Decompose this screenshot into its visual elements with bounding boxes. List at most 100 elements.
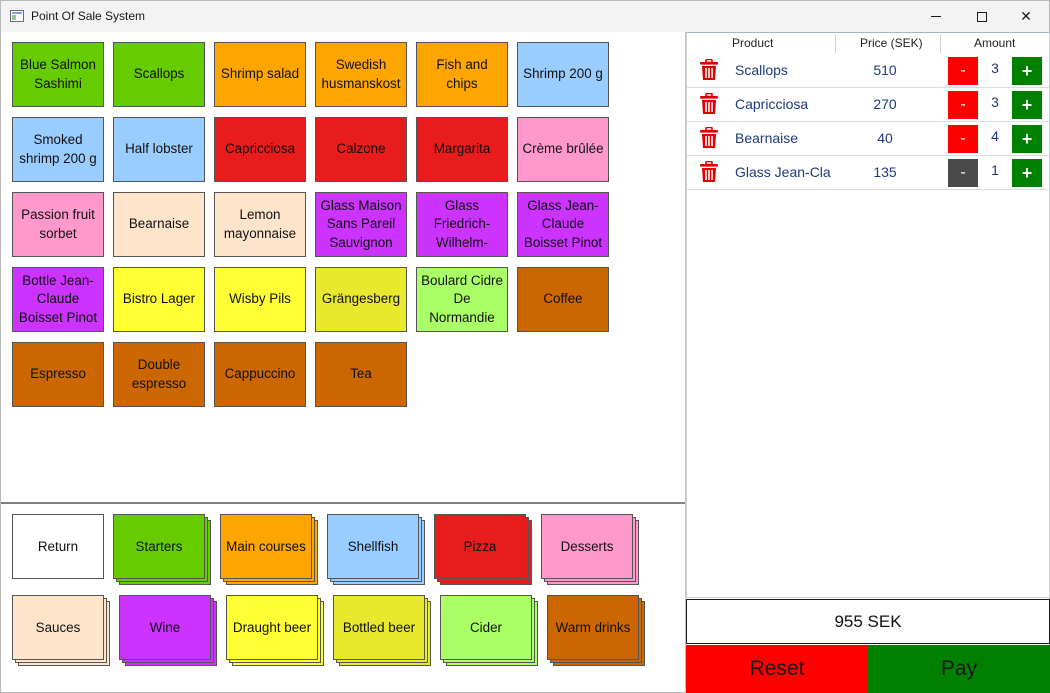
category-button[interactable]: Pizza	[434, 514, 532, 585]
product-button[interactable]: Shrimp salad	[214, 42, 306, 107]
decrease-button[interactable]: -	[948, 57, 978, 85]
category-button[interactable]: Shellfish	[327, 514, 425, 585]
product-button[interactable]: Glass Maison Sans Pareil Sauvignon	[315, 192, 407, 257]
category-label: Desserts	[541, 514, 633, 579]
product-button[interactable]: Double espresso	[113, 342, 205, 407]
product-button[interactable]: Half lobster	[113, 117, 205, 182]
product-button[interactable]: Tea	[315, 342, 407, 407]
order-item-name: Glass Jean-Cla	[735, 164, 831, 180]
title-bar: Point Of Sale System ✕	[1, 1, 1049, 32]
product-button[interactable]: Passion fruit sorbet	[12, 192, 104, 257]
order-item-price: 270	[873, 96, 897, 112]
maximize-button[interactable]	[959, 1, 1005, 32]
product-button[interactable]: Bottle Jean-Claude Boisset Pinot	[12, 267, 104, 332]
increase-button[interactable]: +	[1012, 125, 1042, 153]
product-button[interactable]: Shrimp 200 g	[517, 42, 609, 107]
category-label: Wine	[119, 595, 211, 660]
category-button[interactable]: Main courses	[220, 514, 318, 585]
trash-icon[interactable]	[699, 160, 719, 183]
product-button[interactable]: Scallops	[113, 42, 205, 107]
column-header-amount[interactable]: Amount	[974, 33, 1015, 54]
category-label: Starters	[113, 514, 205, 579]
decrease-button[interactable]: -	[948, 125, 978, 153]
product-button[interactable]: Swedish husmanskost	[315, 42, 407, 107]
order-pane: Product Price (SEK) Amount Scallops 510-3…	[685, 32, 1050, 693]
maximize-icon	[977, 11, 987, 22]
category-button[interactable]: Desserts	[541, 514, 639, 585]
pay-button[interactable]: Pay	[868, 645, 1050, 693]
category-label: Draught beer	[226, 595, 318, 660]
column-separator	[835, 35, 836, 53]
column-header-product[interactable]: Product	[732, 33, 773, 54]
category-label: Bottled beer	[333, 595, 425, 660]
increase-button[interactable]: +	[1012, 57, 1042, 85]
order-total: 955 SEK	[686, 599, 1050, 644]
reset-button[interactable]: Reset	[686, 645, 868, 693]
product-button[interactable]: Coffee	[517, 267, 609, 332]
product-button[interactable]: Cappuccino	[214, 342, 306, 407]
category-button[interactable]: Wine	[119, 595, 217, 666]
product-button[interactable]: Lemon mayonnaise	[214, 192, 306, 257]
product-button[interactable]: Calzone	[315, 117, 407, 182]
product-button[interactable]: Glass Friedrich-Wilhelm-	[416, 192, 508, 257]
menu-pane: Blue Salmon Sashimi Scallops Shrimp salad S…	[1, 32, 685, 693]
order-item-quantity: 3	[991, 60, 999, 76]
product-button[interactable]: Crème brûlée	[517, 117, 609, 182]
category-button[interactable]: Cider	[440, 595, 538, 666]
category-label: Shellfish	[327, 514, 419, 579]
minimize-button[interactable]	[913, 1, 959, 32]
product-button[interactable]: Smoked shrimp 200 g	[12, 117, 104, 182]
category-button[interactable]: Draught beer	[226, 595, 324, 666]
category-label: Warm drinks	[547, 595, 639, 660]
category-button[interactable]: Starters	[113, 514, 211, 585]
order-item-quantity: 1	[991, 162, 999, 178]
order-list: Product Price (SEK) Amount Scallops 510-3…	[686, 32, 1050, 598]
order-item-price: 510	[873, 62, 897, 78]
increase-button[interactable]: +	[1012, 91, 1042, 119]
close-button[interactable]: ✕	[1003, 1, 1049, 32]
trash-icon[interactable]	[699, 58, 719, 81]
product-button[interactable]: Fish and chips	[416, 42, 508, 107]
product-grid: Blue Salmon Sashimi Scallops Shrimp salad S…	[1, 32, 685, 502]
product-button[interactable]: Capricciosa	[214, 117, 306, 182]
category-button[interactable]: Return	[12, 514, 104, 579]
category-button[interactable]: Warm drinks	[547, 595, 645, 666]
order-row: Bearnaise 40 -4 +	[687, 122, 1049, 156]
trash-icon[interactable]	[699, 126, 719, 149]
order-item-quantity: 3	[991, 94, 999, 110]
app-window: Point Of Sale System ✕ Blue Salmon Sashi…	[0, 0, 1050, 693]
product-button[interactable]: Bearnaise	[113, 192, 205, 257]
decrease-button[interactable]: -	[948, 91, 978, 119]
order-row: Glass Jean-Cla 135 -1 +	[687, 156, 1049, 190]
decrease-button[interactable]: -	[948, 159, 978, 187]
app-icon	[10, 10, 24, 22]
order-item-quantity: 4	[991, 128, 999, 144]
category-label: Sauces	[12, 595, 104, 660]
window-title: Point Of Sale System	[31, 9, 146, 23]
trash-icon[interactable]	[699, 92, 719, 115]
column-header-price[interactable]: Price (SEK)	[860, 33, 923, 54]
category-label: Return	[12, 514, 104, 579]
column-separator	[940, 35, 941, 53]
product-button[interactable]: Wisby Pils	[214, 267, 306, 332]
increase-button[interactable]: +	[1012, 159, 1042, 187]
category-label: Main courses	[220, 514, 312, 579]
category-label: Pizza	[434, 514, 526, 579]
category-label: Cider	[440, 595, 532, 660]
pane-divider	[1, 502, 685, 504]
order-row: Capricciosa 270 -3 +	[687, 88, 1049, 122]
product-button[interactable]: Margarita	[416, 117, 508, 182]
order-item-price: 135	[873, 164, 897, 180]
category-button[interactable]: Sauces	[12, 595, 110, 666]
product-button[interactable]: Boulard Cidre De Normandie	[416, 267, 508, 332]
order-item-name: Capricciosa	[735, 96, 809, 112]
product-button[interactable]: Bistro Lager	[113, 267, 205, 332]
product-button[interactable]: Espresso	[12, 342, 104, 407]
order-item-price: 40	[877, 130, 893, 146]
order-item-name: Scallops	[735, 62, 788, 78]
product-button[interactable]: Grängesberg	[315, 267, 407, 332]
product-button[interactable]: Blue Salmon Sashimi	[12, 42, 104, 107]
category-button[interactable]: Bottled beer	[333, 595, 431, 666]
minimize-icon	[931, 16, 941, 17]
product-button[interactable]: Glass Jean-Claude Boisset Pinot	[517, 192, 609, 257]
